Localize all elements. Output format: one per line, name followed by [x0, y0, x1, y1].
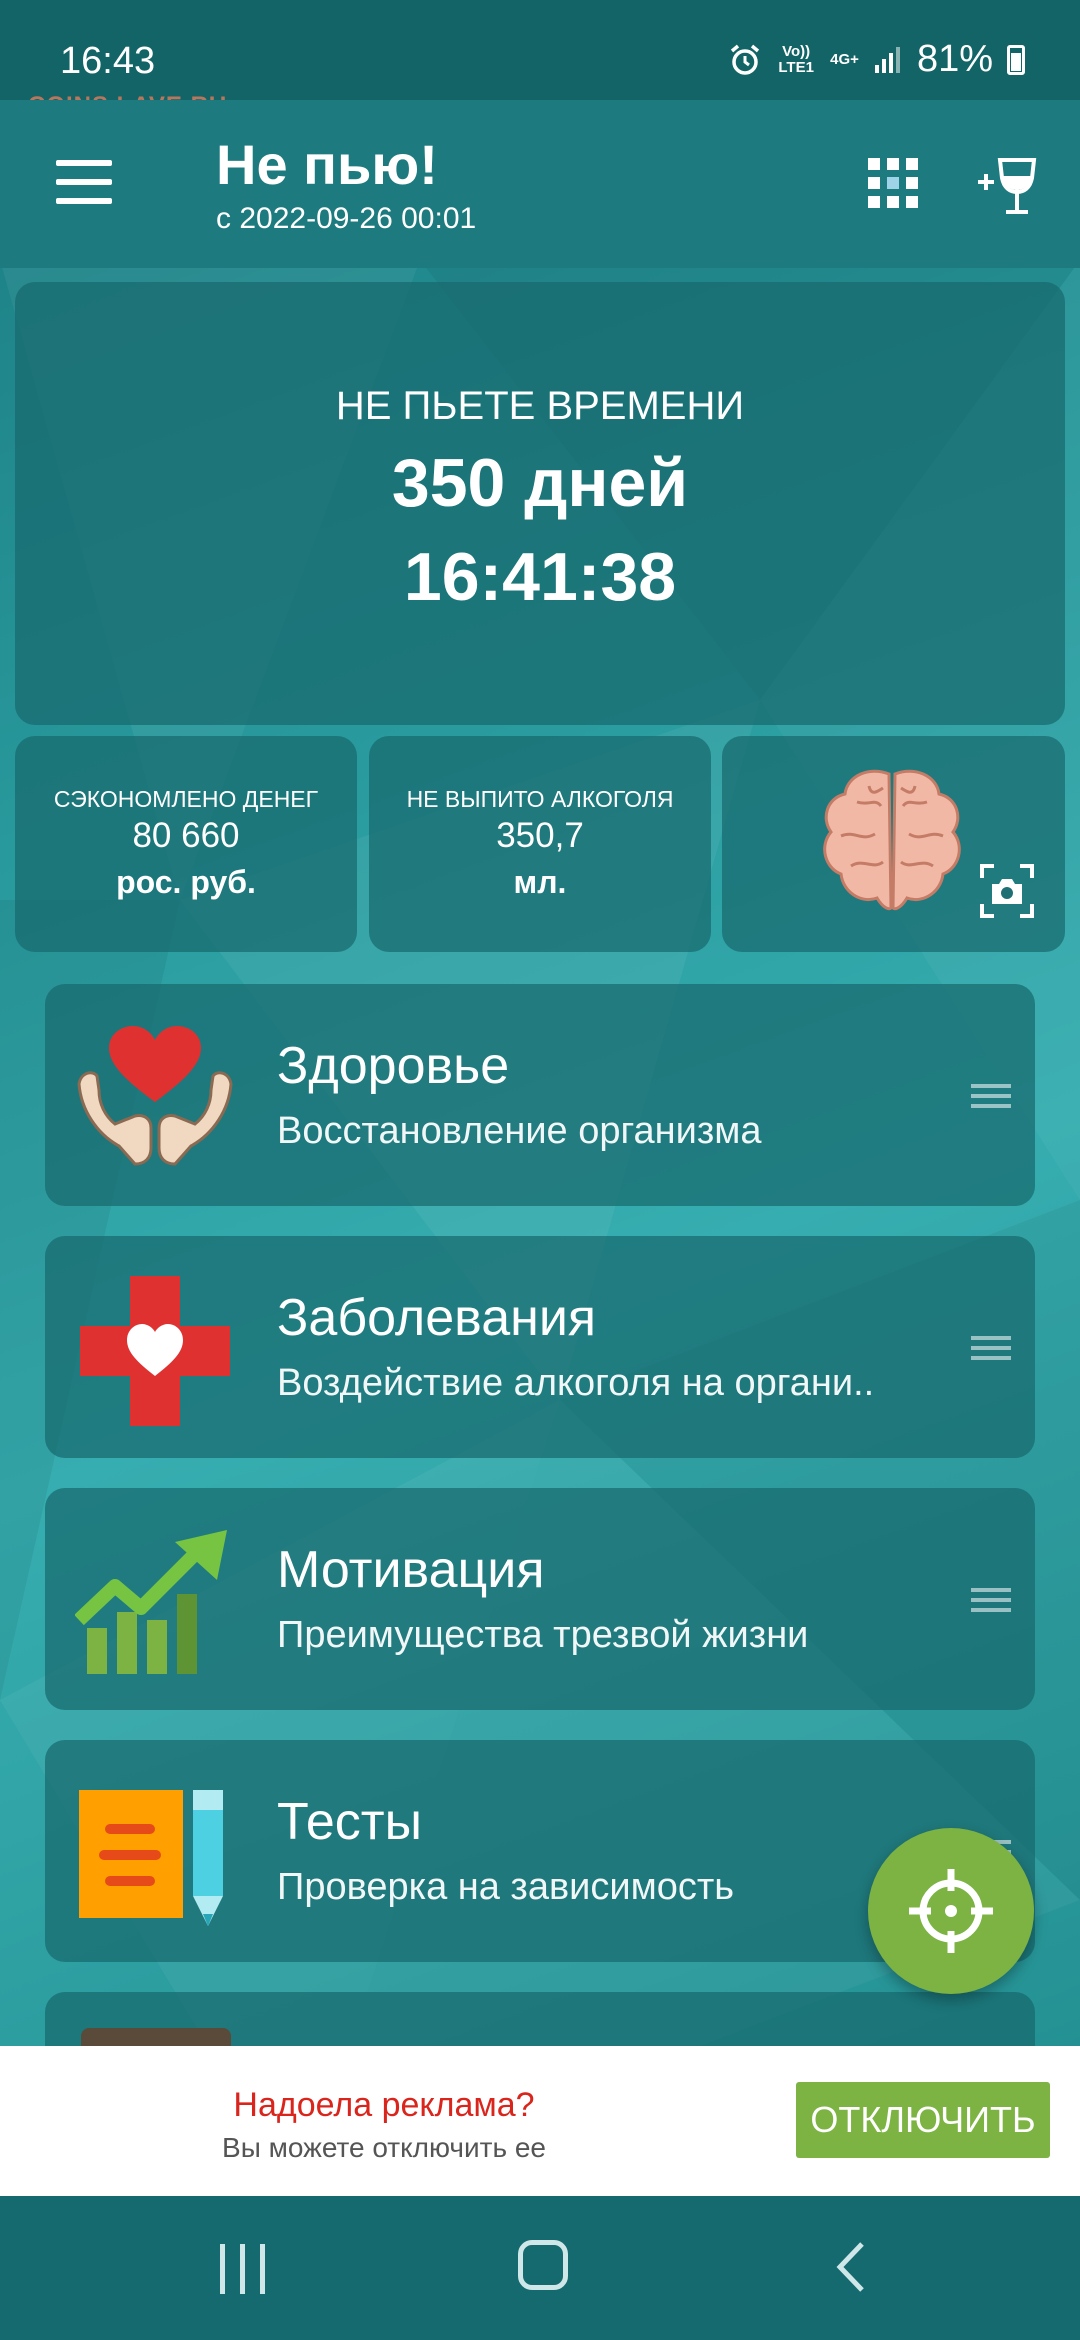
card-motivation-title: Мотивация	[277, 1541, 545, 1599]
card-diseases[interactable]: Заболевания Воздействие алкоголя на орга…	[45, 1236, 1035, 1458]
alcohol-not-drunk-panel[interactable]: НЕ ВЫПИТО АЛКОГОЛЯ 350,7 мл.	[369, 736, 711, 952]
growth-chart-icon	[75, 1530, 227, 1674]
ad-subtitle: Вы можете отключить ее	[222, 2132, 546, 2163]
sobriety-timer-panel: НЕ ПЬЕТЕ ВРЕМЕНИ 350 дней 16:41:38	[15, 282, 1065, 725]
signal-icon	[874, 46, 900, 73]
system-nav-bar	[0, 2196, 1080, 2340]
drag-handle-icon[interactable]	[971, 1076, 1011, 1116]
card-health-title: Здоровье	[277, 1037, 510, 1095]
battery-icon	[1007, 44, 1025, 75]
crosshair-target-icon	[909, 1869, 993, 1953]
card-diseases-subtitle: Воздействие алкоголя на органи..	[277, 1362, 875, 1404]
status-icons: Vo)) LTE1 4G+ 81%	[728, 38, 1025, 81]
hamburger-menu-icon[interactable]	[56, 160, 112, 204]
timer-clock: 16:41:38	[403, 539, 677, 615]
brain-panel[interactable]	[722, 736, 1065, 952]
brain-icon	[823, 769, 961, 911]
add-drink-icon[interactable]	[976, 152, 1040, 216]
notepad-pencil-icon	[79, 1790, 223, 1926]
volte-label: Vo)) LTE1	[778, 42, 814, 76]
status-bar: 16:43 Vo)) LTE1 4G+ 81%	[0, 0, 1080, 100]
home-icon[interactable]	[518, 2240, 568, 2290]
alarm-icon	[731, 44, 760, 75]
app-bar: Не пью! с 2022-09-26 00:01	[0, 100, 1080, 268]
card-health-subtitle: Восстановление организма	[277, 1110, 762, 1152]
network-type-label: 4G+	[830, 50, 859, 68]
grid-icon[interactable]	[868, 158, 918, 208]
money-saved-panel[interactable]: СЭКОНОМЛЕНО ДЕНЕГ 80 660 рос. руб.	[15, 736, 357, 952]
start-date: с 2022-09-26 00:01	[216, 202, 477, 235]
app-title: Не пью!	[216, 133, 438, 196]
back-icon[interactable]	[828, 2240, 878, 2294]
timer-days: 350 дней	[391, 445, 689, 521]
heart-hands-icon	[77, 1026, 233, 1166]
battery-percent: 81%	[916, 38, 993, 80]
card-tests-subtitle: Проверка на зависимость	[277, 1866, 735, 1908]
drag-handle-icon[interactable]	[971, 1580, 1011, 1620]
ad-banner: Надоела реклама? Вы можете отключить ее …	[0, 2046, 1080, 2196]
disable-ads-button[interactable]: ОТКЛЮЧИТЬ	[796, 2082, 1050, 2158]
card-health[interactable]: Здоровье Восстановление организма	[45, 984, 1035, 1206]
medical-cross-heart-icon	[80, 1276, 230, 1426]
recent-apps-icon[interactable]	[218, 2244, 268, 2294]
drag-handle-icon[interactable]	[971, 1328, 1011, 1368]
timer-label: НЕ ПЬЕТЕ ВРЕМЕНИ	[335, 384, 745, 428]
alcohol-not-drunk-label: НЕ ВЫПИТО АЛКОГОЛЯ	[406, 786, 674, 812]
alcohol-not-drunk-unit: мл.	[513, 864, 567, 900]
status-time: 16:43	[60, 40, 156, 82]
card-diseases-title: Заболевания	[277, 1289, 597, 1347]
screenshot-camera-icon[interactable]	[980, 864, 1034, 918]
card-tests-title: Тесты	[277, 1793, 422, 1851]
card-motivation[interactable]: Мотивация Преимущества трезвой жизни	[45, 1488, 1035, 1710]
card-motivation-subtitle: Преимущества трезвой жизни	[277, 1614, 809, 1656]
target-fab-button[interactable]	[868, 1828, 1034, 1994]
ad-title: Надоела реклама?	[233, 2086, 535, 2124]
money-saved-value: 80 660	[132, 816, 240, 855]
money-saved-unit: рос. руб.	[116, 864, 256, 900]
alcohol-not-drunk-value: 350,7	[496, 816, 584, 855]
money-saved-label: СЭКОНОМЛЕНО ДЕНЕГ	[53, 786, 319, 812]
